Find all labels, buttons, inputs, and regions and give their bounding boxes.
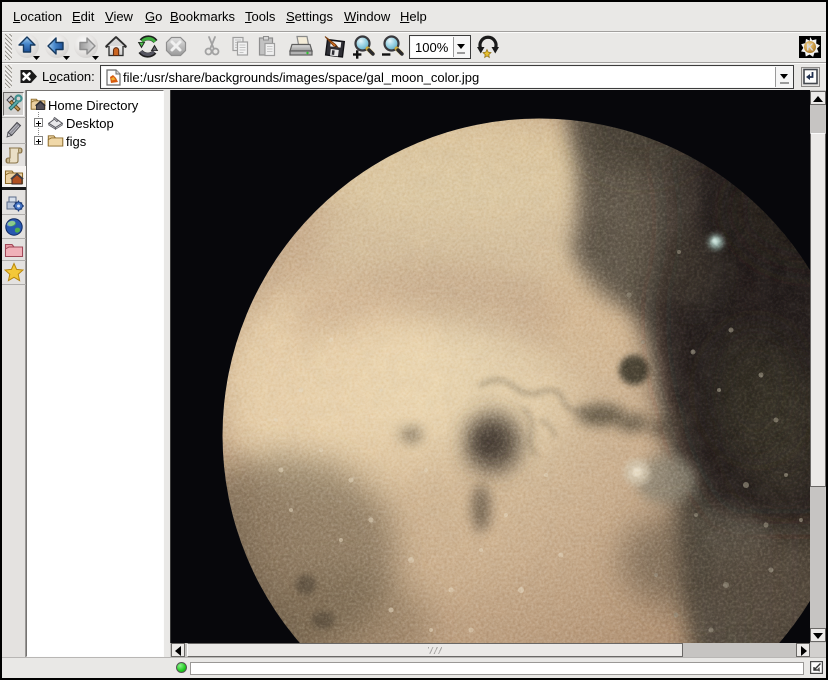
svg-text:K: K	[806, 42, 814, 53]
